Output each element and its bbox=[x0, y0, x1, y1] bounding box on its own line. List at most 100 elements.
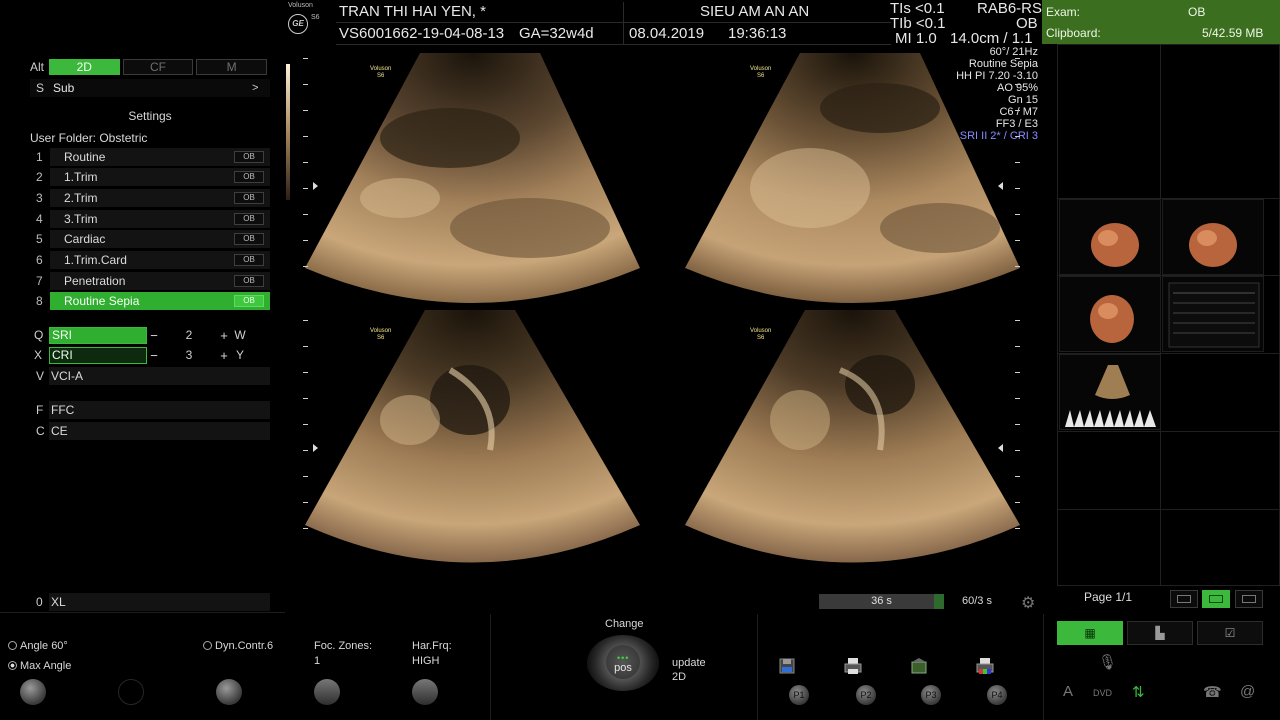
focus-marker-icon bbox=[313, 444, 318, 452]
cri-toggle[interactable]: CRI bbox=[49, 346, 147, 364]
foc-zones-rocker[interactable] bbox=[314, 679, 340, 705]
preset-item-routine[interactable]: 1 Routine OB bbox=[30, 148, 270, 166]
preset-item-2trim[interactable]: 3 2.Trim OB bbox=[30, 189, 270, 207]
layout-grid-icon bbox=[1209, 595, 1223, 603]
max-angle-option[interactable]: Max Angle bbox=[8, 660, 71, 672]
preset-label-text: 1.Trim.Card bbox=[64, 253, 127, 267]
preset-label: Routine Sepia OB bbox=[50, 292, 270, 310]
cri-key: X bbox=[34, 348, 43, 362]
preset-label-text: 3.Trim bbox=[64, 212, 98, 226]
thumbnail-doppler[interactable] bbox=[1059, 354, 1161, 430]
preset-label-text: Penetration bbox=[64, 274, 126, 288]
network-icon[interactable]: ⇅ bbox=[1132, 683, 1145, 701]
sub-menu-button[interactable]: S Sub > bbox=[30, 79, 270, 97]
cri-minus-button[interactable]: − bbox=[147, 348, 161, 363]
at-icon[interactable]: @ bbox=[1240, 683, 1255, 700]
radio-icon bbox=[8, 641, 17, 650]
depth-readout: 14.0cm / 1.1 bbox=[950, 30, 1033, 47]
cri-plus-button[interactable]: + bbox=[217, 348, 231, 363]
patient-name: TRAN THI HAI YEN, * bbox=[339, 3, 486, 20]
cri-control: X CRI − 3 + Y bbox=[30, 346, 280, 364]
study-title: SIEU AM AN AN bbox=[700, 3, 810, 20]
exam-value: OB bbox=[1188, 5, 1206, 19]
tab-report[interactable]: ☑ bbox=[1197, 621, 1263, 645]
mode-m-button[interactable]: M bbox=[196, 59, 267, 75]
preset-number: 6 bbox=[36, 253, 43, 267]
thumbnail-3d-render[interactable] bbox=[1059, 276, 1161, 352]
microphone-icon[interactable]: 🎙 bbox=[1098, 653, 1117, 671]
p4-button[interactable]: P4 bbox=[987, 685, 1007, 705]
p1-button[interactable]: P1 bbox=[789, 685, 809, 705]
har-frq-rocker[interactable] bbox=[412, 679, 438, 705]
sri-minus-button[interactable]: − bbox=[147, 328, 161, 343]
thumbnail-image bbox=[1090, 295, 1134, 343]
ultrasound-quad-2[interactable]: Voluson S6 bbox=[680, 48, 1040, 310]
annotation-icon[interactable]: A bbox=[1063, 683, 1073, 700]
sector-image bbox=[685, 53, 1020, 303]
sector-image bbox=[305, 53, 640, 303]
exam-date: 08.04.2019 bbox=[629, 25, 705, 42]
cine-timer-text: 36 s bbox=[871, 595, 892, 607]
patient-id: VS6001662-19-04-08-13 bbox=[339, 25, 505, 42]
header-divider bbox=[336, 22, 891, 23]
har-frq-value: HIGH bbox=[412, 655, 440, 667]
sector-image bbox=[685, 310, 1020, 563]
preset-label: 1.Trim.Card OB bbox=[50, 251, 270, 269]
sri-toggle[interactable]: SRI bbox=[49, 326, 147, 344]
angle-option[interactable]: Angle 60° bbox=[8, 640, 68, 652]
tab-measurements[interactable]: ▙ bbox=[1127, 621, 1193, 645]
preset-item-penetration[interactable]: 7 Penetration OB bbox=[30, 272, 270, 290]
layout-large-grid-button[interactable] bbox=[1235, 590, 1263, 608]
foc-zones-label: Foc. Zones: bbox=[314, 640, 373, 652]
ce-label: CE bbox=[49, 422, 270, 440]
tab-images[interactable]: ▦ bbox=[1057, 621, 1123, 645]
xl-button[interactable]: 0 XL bbox=[30, 593, 270, 611]
focus-marker-icon bbox=[998, 182, 1003, 190]
thumbnail-3d-render[interactable] bbox=[1059, 199, 1161, 275]
pos-label: pos bbox=[614, 662, 632, 674]
angle-knob[interactable] bbox=[20, 679, 46, 705]
dyn-contr-knob[interactable] bbox=[216, 679, 242, 705]
mode-cf-button[interactable]: CF bbox=[122, 59, 194, 75]
ultrasound-image-area[interactable]: Voluson S6 Voluson S6 Voluson S6 Voluson… bbox=[300, 48, 1026, 578]
preset-item-1trim-card[interactable]: 6 1.Trim.Card OB bbox=[30, 251, 270, 269]
thumb-grid-line bbox=[1057, 509, 1280, 510]
ultrasound-quad-3[interactable]: Voluson S6 bbox=[300, 310, 660, 572]
ultrasound-quad-1[interactable]: Voluson S6 bbox=[300, 48, 660, 310]
trackball-pad[interactable]: pos ••• bbox=[587, 635, 659, 691]
send-image-icon[interactable] bbox=[909, 656, 929, 676]
preset-item-3trim[interactable]: 4 3.Trim OB bbox=[30, 210, 270, 228]
p2-button[interactable]: P2 bbox=[856, 685, 876, 705]
voluson-watermark: Voluson S6 bbox=[370, 66, 391, 80]
ffc-button[interactable]: F FFC bbox=[30, 401, 270, 419]
preset-item-1trim[interactable]: 2 1.Trim OB bbox=[30, 168, 270, 186]
layout-single-button[interactable] bbox=[1170, 590, 1198, 608]
preset-label: 2.Trim OB bbox=[50, 189, 270, 207]
dvd-icon[interactable]: DVD bbox=[1093, 688, 1112, 698]
mode-2d-button[interactable]: 2D bbox=[48, 59, 120, 75]
layout-grid-button[interactable] bbox=[1202, 590, 1230, 608]
ce-button[interactable]: C CE bbox=[30, 422, 270, 440]
cri-tail-key: Y bbox=[235, 348, 244, 362]
ge-icon: GE bbox=[288, 14, 308, 34]
color-print-icon[interactable] bbox=[975, 656, 995, 676]
thumbnail-report[interactable] bbox=[1162, 276, 1264, 352]
preset-tag: OB bbox=[234, 295, 264, 307]
mi-readout: MI 1.0 bbox=[895, 30, 937, 47]
preset-item-cardiac[interactable]: 5 Cardiac OB bbox=[30, 230, 270, 248]
max-angle-label: Max Angle bbox=[20, 660, 72, 672]
phone-icon[interactable]: ☎ bbox=[1203, 683, 1222, 701]
save-image-icon[interactable] bbox=[777, 656, 797, 676]
ultrasound-quad-4[interactable]: Voluson S6 bbox=[680, 310, 1040, 572]
preset-item-routine-sepia[interactable]: 8 Routine Sepia OB bbox=[30, 292, 270, 310]
dyn-contr-option[interactable]: Dyn.Contr.6 bbox=[203, 640, 273, 652]
update-label: update bbox=[672, 657, 706, 669]
sub-label: Sub bbox=[53, 81, 75, 95]
vci-a-button[interactable]: V VCI-A bbox=[30, 367, 270, 385]
sri-plus-button[interactable]: + bbox=[217, 328, 231, 343]
print-icon[interactable] bbox=[843, 656, 863, 676]
gear-icon[interactable]: ⚙ bbox=[1021, 593, 1035, 613]
p3-button[interactable]: P3 bbox=[921, 685, 941, 705]
preset-tag: OB bbox=[234, 213, 264, 225]
thumbnail-3d-render[interactable] bbox=[1162, 199, 1264, 275]
